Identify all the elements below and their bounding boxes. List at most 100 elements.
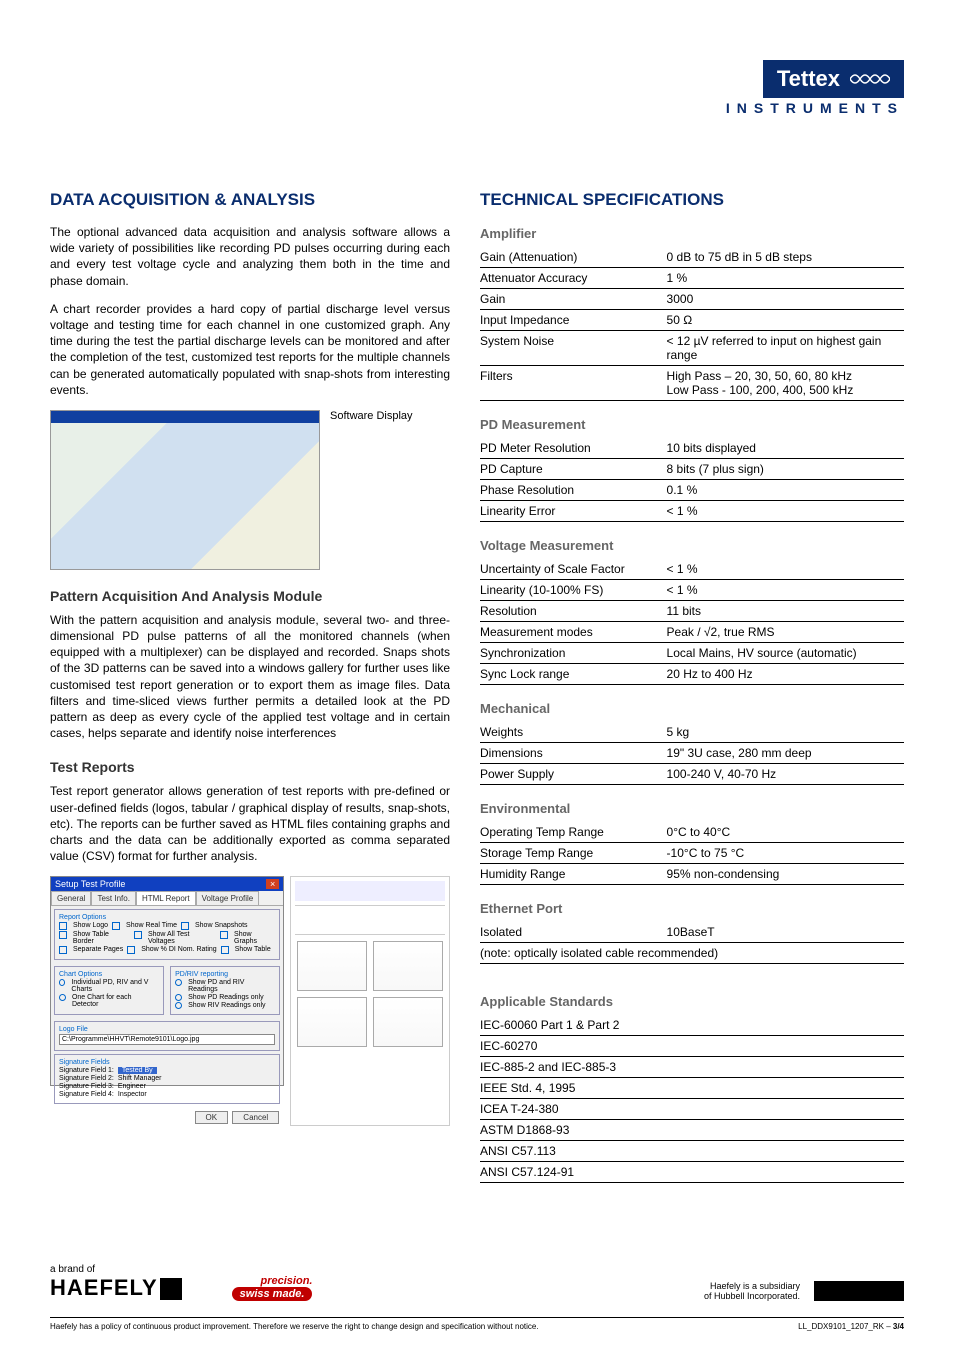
radio-icon[interactable] [59, 994, 66, 1001]
spec-label: Dimensions [480, 743, 667, 764]
table-row: PD Meter Resolution10 bits displayed [480, 438, 904, 459]
table-row: PD Capture8 bits (7 plus sign) [480, 459, 904, 480]
ok-button[interactable]: OK [195, 1111, 229, 1124]
hubbell-logo-icon [814, 1281, 904, 1301]
wave-icon [850, 71, 890, 87]
spec-value: 3000 [667, 289, 904, 310]
table-row: Isolated10BaseT [480, 922, 904, 943]
para-pattern: With the pattern acquisition and analysi… [50, 612, 450, 742]
para-data-acq-2: A chart recorder provides a hard copy of… [50, 301, 450, 398]
checkbox-icon[interactable] [134, 931, 142, 939]
radio-icon[interactable] [175, 979, 182, 986]
subsidiary-block: Haefely is a subsidiary of Hubbell Incor… [704, 1281, 904, 1301]
spec-value: 0 dB to 75 dB in 5 dB steps [667, 247, 904, 268]
standard-item: ASTM D1868-93 [480, 1120, 904, 1141]
haefely-box-icon [160, 1278, 182, 1300]
tettex-logo: Tettex [763, 60, 904, 98]
tab-testinfo[interactable]: Test Info. [91, 891, 135, 905]
spec-value: 100-240 V, 40-70 Hz [667, 764, 904, 785]
spec-value: 0.1 % [667, 480, 904, 501]
mini-chart [297, 941, 367, 991]
group-pdriv: PD/RIV reporting Show PD and RIV Reading… [170, 966, 280, 1015]
checkbox-icon[interactable] [221, 946, 229, 954]
right-column: TECHNICAL SPECIFICATIONS Amplifier Gain … [480, 190, 904, 1183]
table-row: Linearity (10-100% FS)< 1 % [480, 580, 904, 601]
checkbox-icon[interactable] [59, 922, 67, 930]
checkbox-icon[interactable] [59, 946, 67, 954]
mini-chart [297, 997, 367, 1047]
spec-label: Linearity Error [480, 501, 667, 522]
radio-icon[interactable] [175, 994, 182, 1001]
haefely-brand-block: a brand of HAEFELY [50, 1264, 182, 1301]
spec-value: < 1 % [667, 559, 904, 580]
heading-data-acq: DATA ACQUISITION & ANALYSIS [50, 190, 450, 210]
footer-brands: a brand of HAEFELY precision. swiss made… [50, 1264, 904, 1301]
heading-pattern: Pattern Acquisition And Analysis Module [50, 588, 450, 604]
spec-value: < 12 µV referred to input on highest gai… [667, 331, 904, 366]
checkbox-icon[interactable] [112, 922, 120, 930]
policy-text: Haefely has a policy of continuous produ… [50, 1322, 539, 1331]
checkbox-icon[interactable] [220, 931, 228, 939]
table-row: IEEE Std. 4, 1995 [480, 1078, 904, 1099]
dialog-buttons: OK Cancel [51, 1107, 283, 1128]
standard-item: IEEE Std. 4, 1995 [480, 1078, 904, 1099]
spec-value: 19" 3U case, 280 mm deep [667, 743, 904, 764]
radio-icon[interactable] [59, 979, 65, 986]
dialog-tabs: General Test Info. HTML Report Voltage P… [51, 891, 283, 906]
spec-label: Synchronization [480, 643, 667, 664]
checkbox-icon[interactable] [181, 922, 189, 930]
standard-item: ANSI C57.113 [480, 1141, 904, 1162]
spec-label: Storage Temp Range [480, 843, 667, 864]
spec-value: 95% non-condensing [667, 864, 904, 885]
bottom-bar: Haefely has a policy of continuous produ… [50, 1317, 904, 1331]
table-row: ICEA T-24-380 [480, 1099, 904, 1120]
spec-value: < 1 % [667, 501, 904, 522]
doc-page: LL_DDX9101_1207_RK – 3/4 [798, 1322, 904, 1331]
cancel-button[interactable]: Cancel [232, 1111, 279, 1124]
software-caption: Software Display [330, 410, 413, 422]
table-row: Humidity Range95% non-condensing [480, 864, 904, 885]
spec-label: Filters [480, 366, 667, 401]
spec-voltage-measurement: Voltage Measurement Uncertainty of Scale… [480, 538, 904, 685]
radio-icon[interactable] [175, 1002, 182, 1009]
table-standards: IEC-60060 Part 1 & Part 2IEC-60270IEC-88… [480, 1015, 904, 1183]
spec-value: Peak / √2, true RMS [667, 622, 904, 643]
spec-value: Local Mains, HV source (automatic) [667, 643, 904, 664]
para-reports: Test report generator allows generation … [50, 783, 450, 864]
spec-value: 0°C to 40°C [667, 822, 904, 843]
standard-item: ANSI C57.124-91 [480, 1162, 904, 1183]
spec-label: Measurement modes [480, 622, 667, 643]
checkbox-icon[interactable] [127, 946, 135, 954]
tab-general[interactable]: General [51, 891, 91, 905]
mini-chart [373, 941, 443, 991]
checkbox-icon[interactable] [59, 931, 67, 939]
table-row: Linearity Error< 1 % [480, 501, 904, 522]
close-icon[interactable]: × [266, 879, 279, 889]
spec-label: Humidity Range [480, 864, 667, 885]
brand-of-label: a brand of [50, 1264, 182, 1275]
table-amplifier: Gain (Attenuation)0 dB to 75 dB in 5 dB … [480, 247, 904, 401]
instruments-text: INSTRUMENTS [726, 100, 904, 116]
standard-item: IEC-60270 [480, 1036, 904, 1057]
table-row: Resolution11 bits [480, 601, 904, 622]
tab-htmlreport[interactable]: HTML Report [136, 891, 196, 905]
spec-value: 11 bits [667, 601, 904, 622]
spec-value: 8 bits (7 plus sign) [667, 459, 904, 480]
spec-label: System Noise [480, 331, 667, 366]
table-row: IEC-885-2 and IEC-885-3 [480, 1057, 904, 1078]
spec-value: 5 kg [667, 722, 904, 743]
spec-value: 10 bits displayed [667, 438, 904, 459]
table-row: ANSI C57.124-91 [480, 1162, 904, 1183]
spec-ethernet: Ethernet Port Isolated10BaseT (note: opt… [480, 901, 904, 964]
table-mechanical: Weights5 kgDimensions19" 3U case, 280 mm… [480, 722, 904, 785]
table-row: Gain (Attenuation)0 dB to 75 dB in 5 dB … [480, 247, 904, 268]
table-row: Uncertainty of Scale Factor< 1 % [480, 559, 904, 580]
spec-label: Gain [480, 289, 667, 310]
para-data-acq-1: The optional advanced data acquisition a… [50, 224, 450, 289]
spec-label: Resolution [480, 601, 667, 622]
software-display-row: Software Display [50, 410, 450, 570]
dialog-and-preview-row: Setup Test Profile × General Test Info. … [50, 876, 450, 1126]
standard-item: IEC-60060 Part 1 & Part 2 [480, 1015, 904, 1036]
tab-voltage[interactable]: Voltage Profile [196, 891, 260, 905]
spec-label: Power Supply [480, 764, 667, 785]
